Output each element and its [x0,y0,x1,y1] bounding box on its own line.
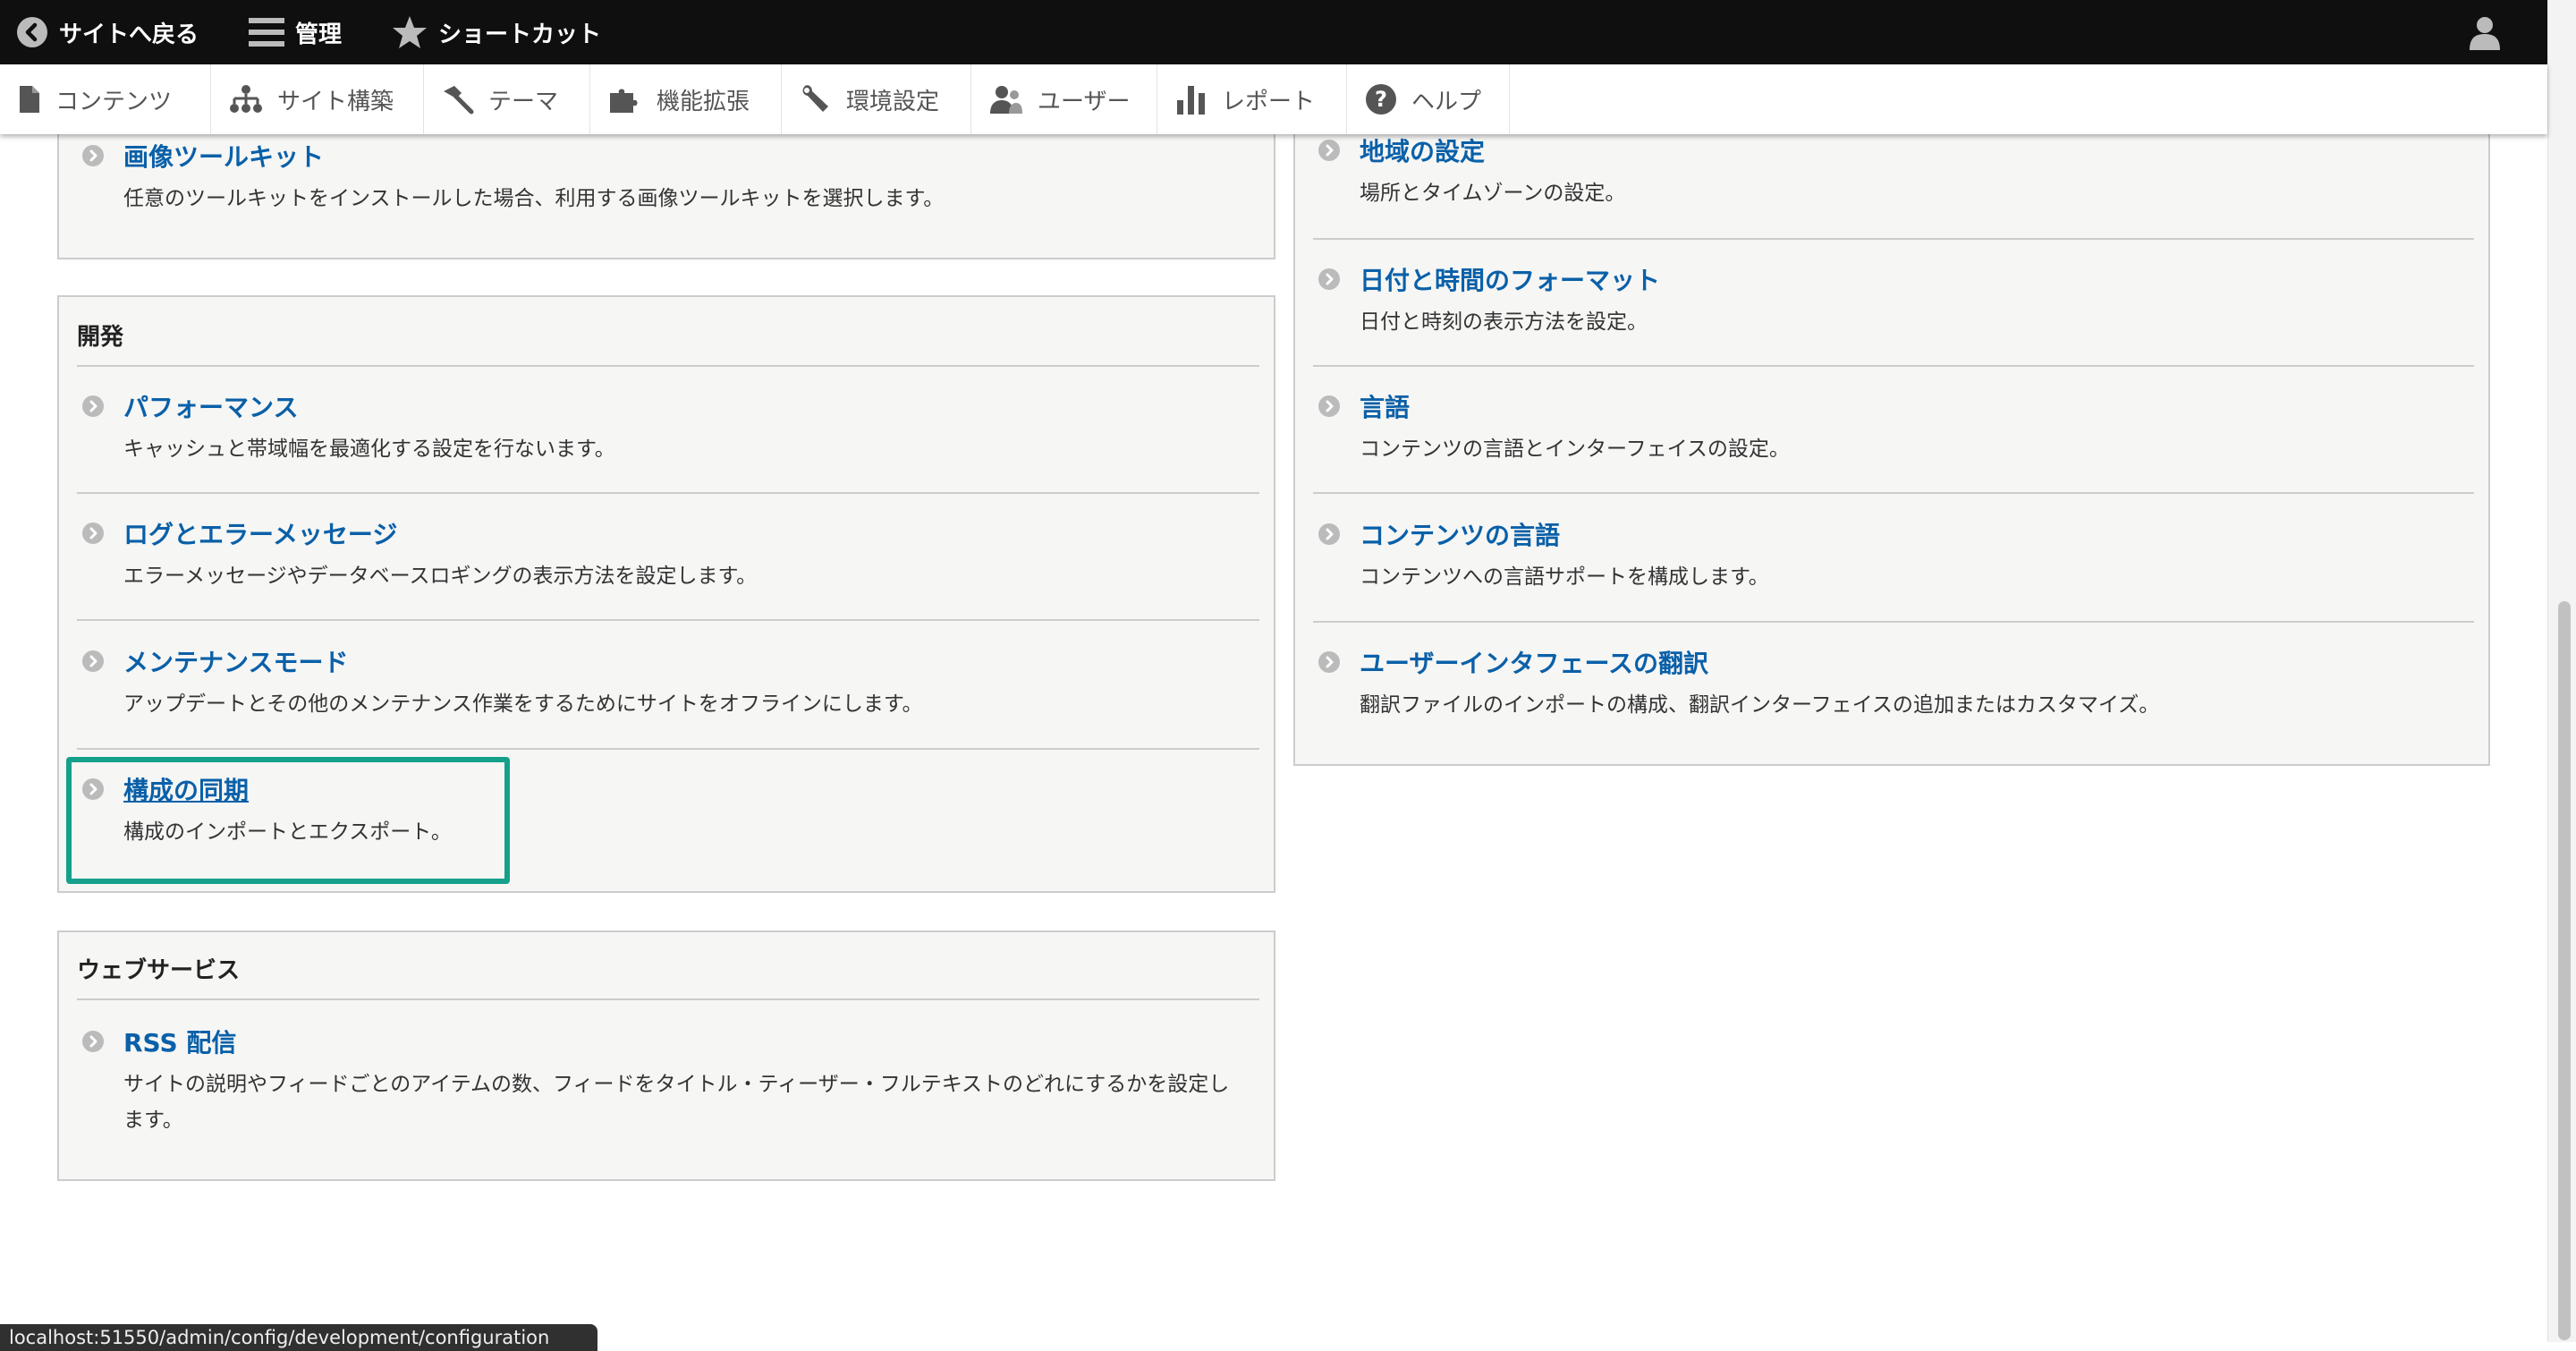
chevron-right-circle-icon [82,145,104,166]
chevron-right-circle-icon [1318,395,1340,417]
tray-item-content[interactable]: コンテンツ [0,64,211,134]
star-icon [392,15,428,49]
entry-title-link[interactable]: RSS 配信 [123,1029,236,1058]
panel-title: 開発 [77,324,124,351]
panel-development: 開発 パフォーマンス キャッシュと帯域幅を最適化する設定を行ないます。 ログとエ… [57,295,1275,893]
tray-label-extend: 機能拡張 [657,88,750,115]
shortcuts-label: ショートカット [438,21,602,48]
chevron-right-circle-icon [82,523,104,544]
panel-regional: 地域の設定 場所とタイムゾーンの設定。 日付と時間のフォーマット 日付と時刻の表… [1293,89,2490,766]
admin-tray: コンテンツ サイト構築 テーマ 機能拡張 環境設定 ユーザー レポート ? ヘル… [0,64,2547,134]
tray-label-config: 環境設定 [846,88,940,115]
panel-web-services: ウェブサービス RSS 配信 サイトの説明やフィードごとのアイテムの数、フィード… [57,930,1275,1181]
admin-toolbar: サイトへ戻る 管理 ショートカット [0,0,2547,64]
divider [77,998,1259,1000]
chevron-left-circle-icon [16,16,48,48]
chevron-right-circle-icon [82,395,104,417]
user-account-button[interactable] [2467,0,2503,64]
tray-item-help[interactable]: ? ヘルプ [1347,64,1510,134]
wrench-icon [800,84,832,115]
entry-description: コンテンツの言語とインターフェイスの設定。 [1360,438,1790,461]
help-icon: ? [1365,83,1397,115]
entry-title-link[interactable]: コンテンツの言語 [1360,522,1560,550]
entry-description: アップデートとその他のメンテナンス作業をするためにサイトをオフラインにします。 [123,692,923,716]
tray-item-appearance[interactable]: テーマ [424,64,590,134]
sitemap-icon [229,84,263,115]
tray-item-reports[interactable]: レポート [1157,64,1347,134]
entry-description: キャッシュと帯域幅を最適化する設定を行ないます。 [123,438,615,461]
chevron-right-circle-icon [82,1031,104,1052]
status-url-preview: localhost:51550/admin/config/development… [0,1324,597,1351]
entry-title-link[interactable]: 画像ツールキット [123,143,324,172]
tray-label-help: ヘルプ [1411,88,1482,115]
chevron-right-circle-icon [82,778,104,800]
entry-title-link[interactable]: 地域の設定 [1360,138,1485,166]
entry-title-link[interactable]: 日付と時間のフォーマット [1360,267,1660,295]
user-icon [2467,14,2503,50]
entry-title-link[interactable]: メンテナンスモード [123,649,348,677]
tray-label-appearance: テーマ [488,88,559,115]
bar-chart-icon [1175,84,1208,115]
tray-label-structure: サイト構築 [277,88,394,115]
manage-menu-button[interactable]: 管理 [249,0,342,64]
entry-description: サイトの説明やフィードごとのアイテムの数、フィードをタイトル・ティーザー・フルテ… [123,1073,1230,1132]
back-to-site-link[interactable]: サイトへ戻る [16,0,199,64]
shortcuts-button[interactable]: ショートカット [392,0,601,64]
tray-item-extend[interactable]: 機能拡張 [590,64,782,134]
tray-label-content: コンテンツ [55,88,173,115]
entry-description: 任意のツールキットをインストールした場合、利用する画像ツールキットを選択します。 [123,187,945,210]
chevron-right-circle-icon [1318,268,1340,290]
divider [77,619,1259,621]
chevron-right-circle-icon [82,650,104,672]
divider [77,365,1259,367]
entry-title-link[interactable]: 構成の同期 [123,777,249,805]
tray-item-people[interactable]: ユーザー [971,64,1157,134]
people-icon [989,84,1023,115]
entry-title-link[interactable]: ログとエラーメッセージ [123,521,397,549]
divider [1313,365,2474,367]
entry-description: エラーメッセージやデータベースロギングの表示方法を設定します。 [123,565,758,588]
entry-description: 場所とタイムゾーンの設定。 [1360,182,1626,205]
back-to-site-label: サイトへ戻る [59,21,199,48]
file-icon [18,85,41,114]
entry-description: 翻訳ファイルのインポートの構成、翻訳インターフェイスの追加またはカスタマイズ。 [1360,693,2160,717]
tray-item-structure[interactable]: サイト構築 [211,64,424,134]
divider [1313,621,2474,623]
entry-description: コンテンツへの言語サポートを構成します。 [1360,565,1769,589]
manage-label: 管理 [295,21,343,48]
entry-description: 構成のインポートとエクスポート。 [123,820,452,844]
entry-description: 日付と時刻の表示方法を設定。 [1360,310,1648,334]
puzzle-icon [608,84,642,115]
divider [77,492,1259,494]
chevron-right-circle-icon [1318,523,1340,545]
divider [1313,238,2474,240]
scrollbar-thumb[interactable] [2558,601,2571,1340]
entry-title-link[interactable]: パフォーマンス [123,394,298,422]
entry-title-link[interactable]: ユーザーインタフェースの翻訳 [1360,650,1708,678]
tray-label-people: ユーザー [1038,88,1131,115]
entry-title-link[interactable]: 言語 [1360,394,1410,422]
tray-label-reports: レポート [1222,88,1316,115]
hamburger-icon [249,16,284,48]
paintbrush-icon [442,84,474,115]
divider [77,748,1259,750]
svg-text:?: ? [1375,87,1387,112]
chevron-right-circle-icon [1318,651,1340,673]
chevron-right-circle-icon [1318,140,1340,161]
panel-title: ウェブサービス [77,957,241,984]
tray-item-config[interactable]: 環境設定 [782,64,971,134]
divider [1313,492,2474,494]
